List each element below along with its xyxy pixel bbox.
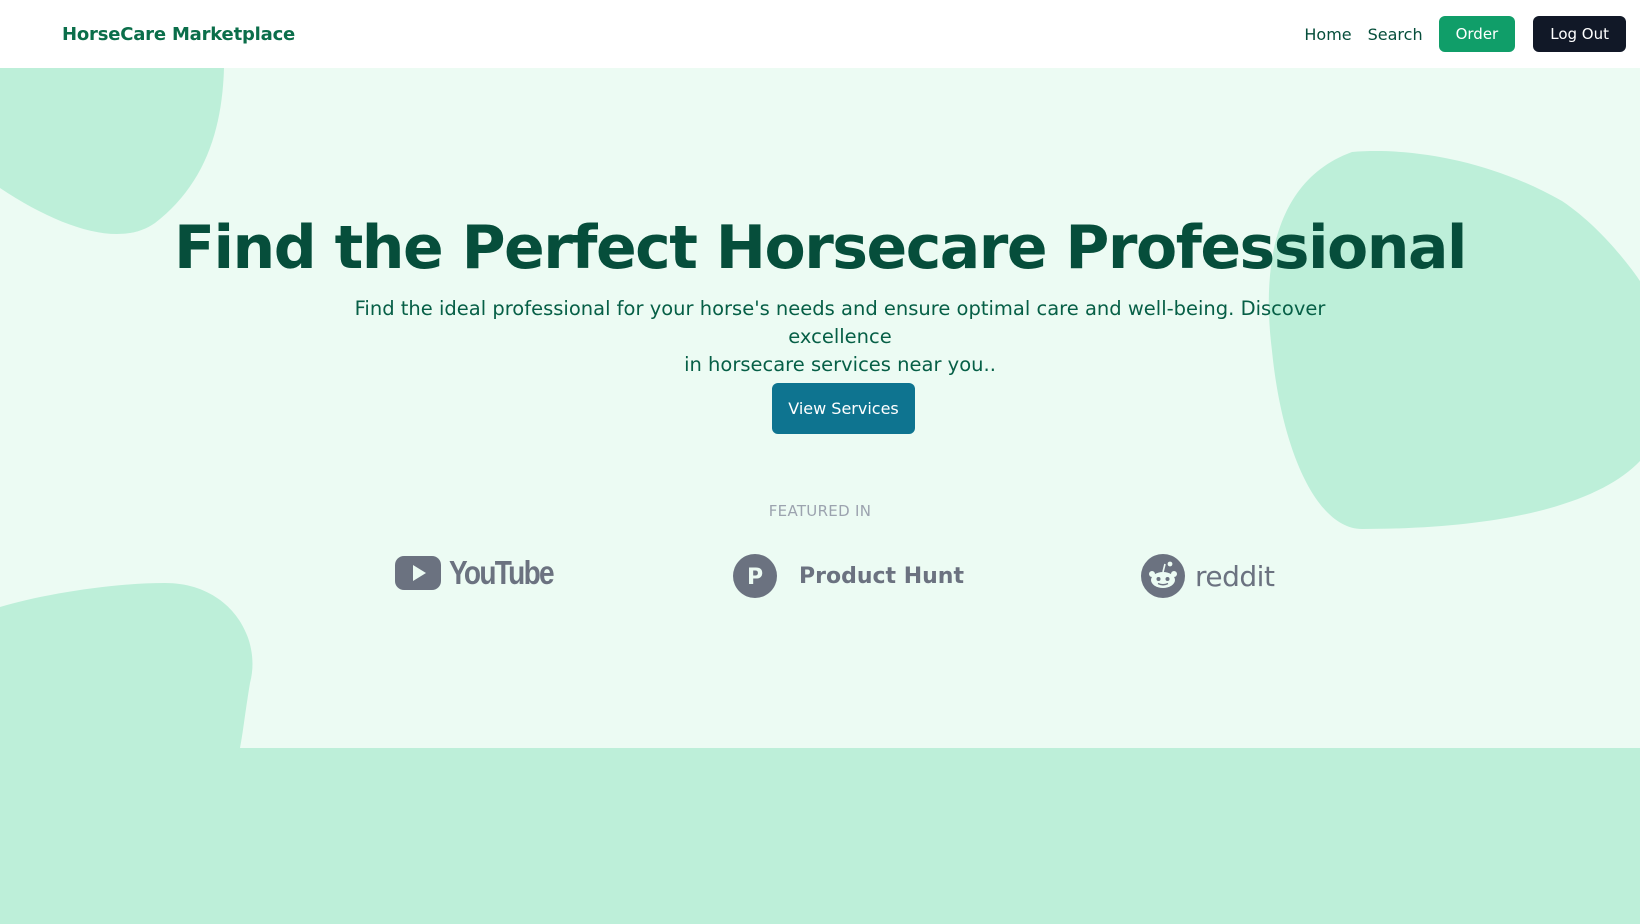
youtube-logo: YouTube (395, 554, 571, 592)
brand-logo[interactable]: HorseCare Marketplace (62, 24, 295, 45)
reddit-logo: reddit (1141, 554, 1275, 598)
nav-link-home[interactable]: Home (1304, 25, 1351, 44)
top-navbar: HorseCare Marketplace Home Search Order … (0, 0, 1640, 68)
decorative-blob-bottom-left (0, 583, 253, 748)
reddit-alien-icon (1141, 554, 1185, 598)
reddit-logo-text: reddit (1195, 559, 1275, 593)
product-hunt-logo-text: Product Hunt (799, 563, 964, 589)
bottom-band (0, 748, 1640, 924)
featured-in-label: FEATURED IN (768, 502, 872, 520)
hero-subtitle-line-2: in horsecare services near you.. (684, 353, 996, 376)
hero-title: Find the Perfect Horsecare Professional (174, 213, 1468, 283)
youtube-logo-text: YouTube (449, 554, 555, 591)
logout-button[interactable]: Log Out (1533, 16, 1626, 52)
view-services-button[interactable]: View Services (772, 383, 915, 434)
hero-section: Find the Perfect Horsecare Professional … (0, 68, 1640, 748)
nav-actions: Home Search Order Log Out (1304, 16, 1626, 52)
youtube-play-icon (395, 556, 441, 590)
order-button[interactable]: Order (1438, 16, 1516, 52)
hero-subtitle: Find the ideal professional for your hor… (340, 295, 1340, 379)
product-hunt-logo: P Product Hunt (733, 554, 964, 598)
svg-text:P: P (747, 565, 763, 590)
nav-link-search[interactable]: Search (1368, 25, 1423, 44)
hero-subtitle-line-1: Find the ideal professional for your hor… (354, 297, 1326, 348)
product-hunt-p-icon: P (733, 554, 777, 598)
